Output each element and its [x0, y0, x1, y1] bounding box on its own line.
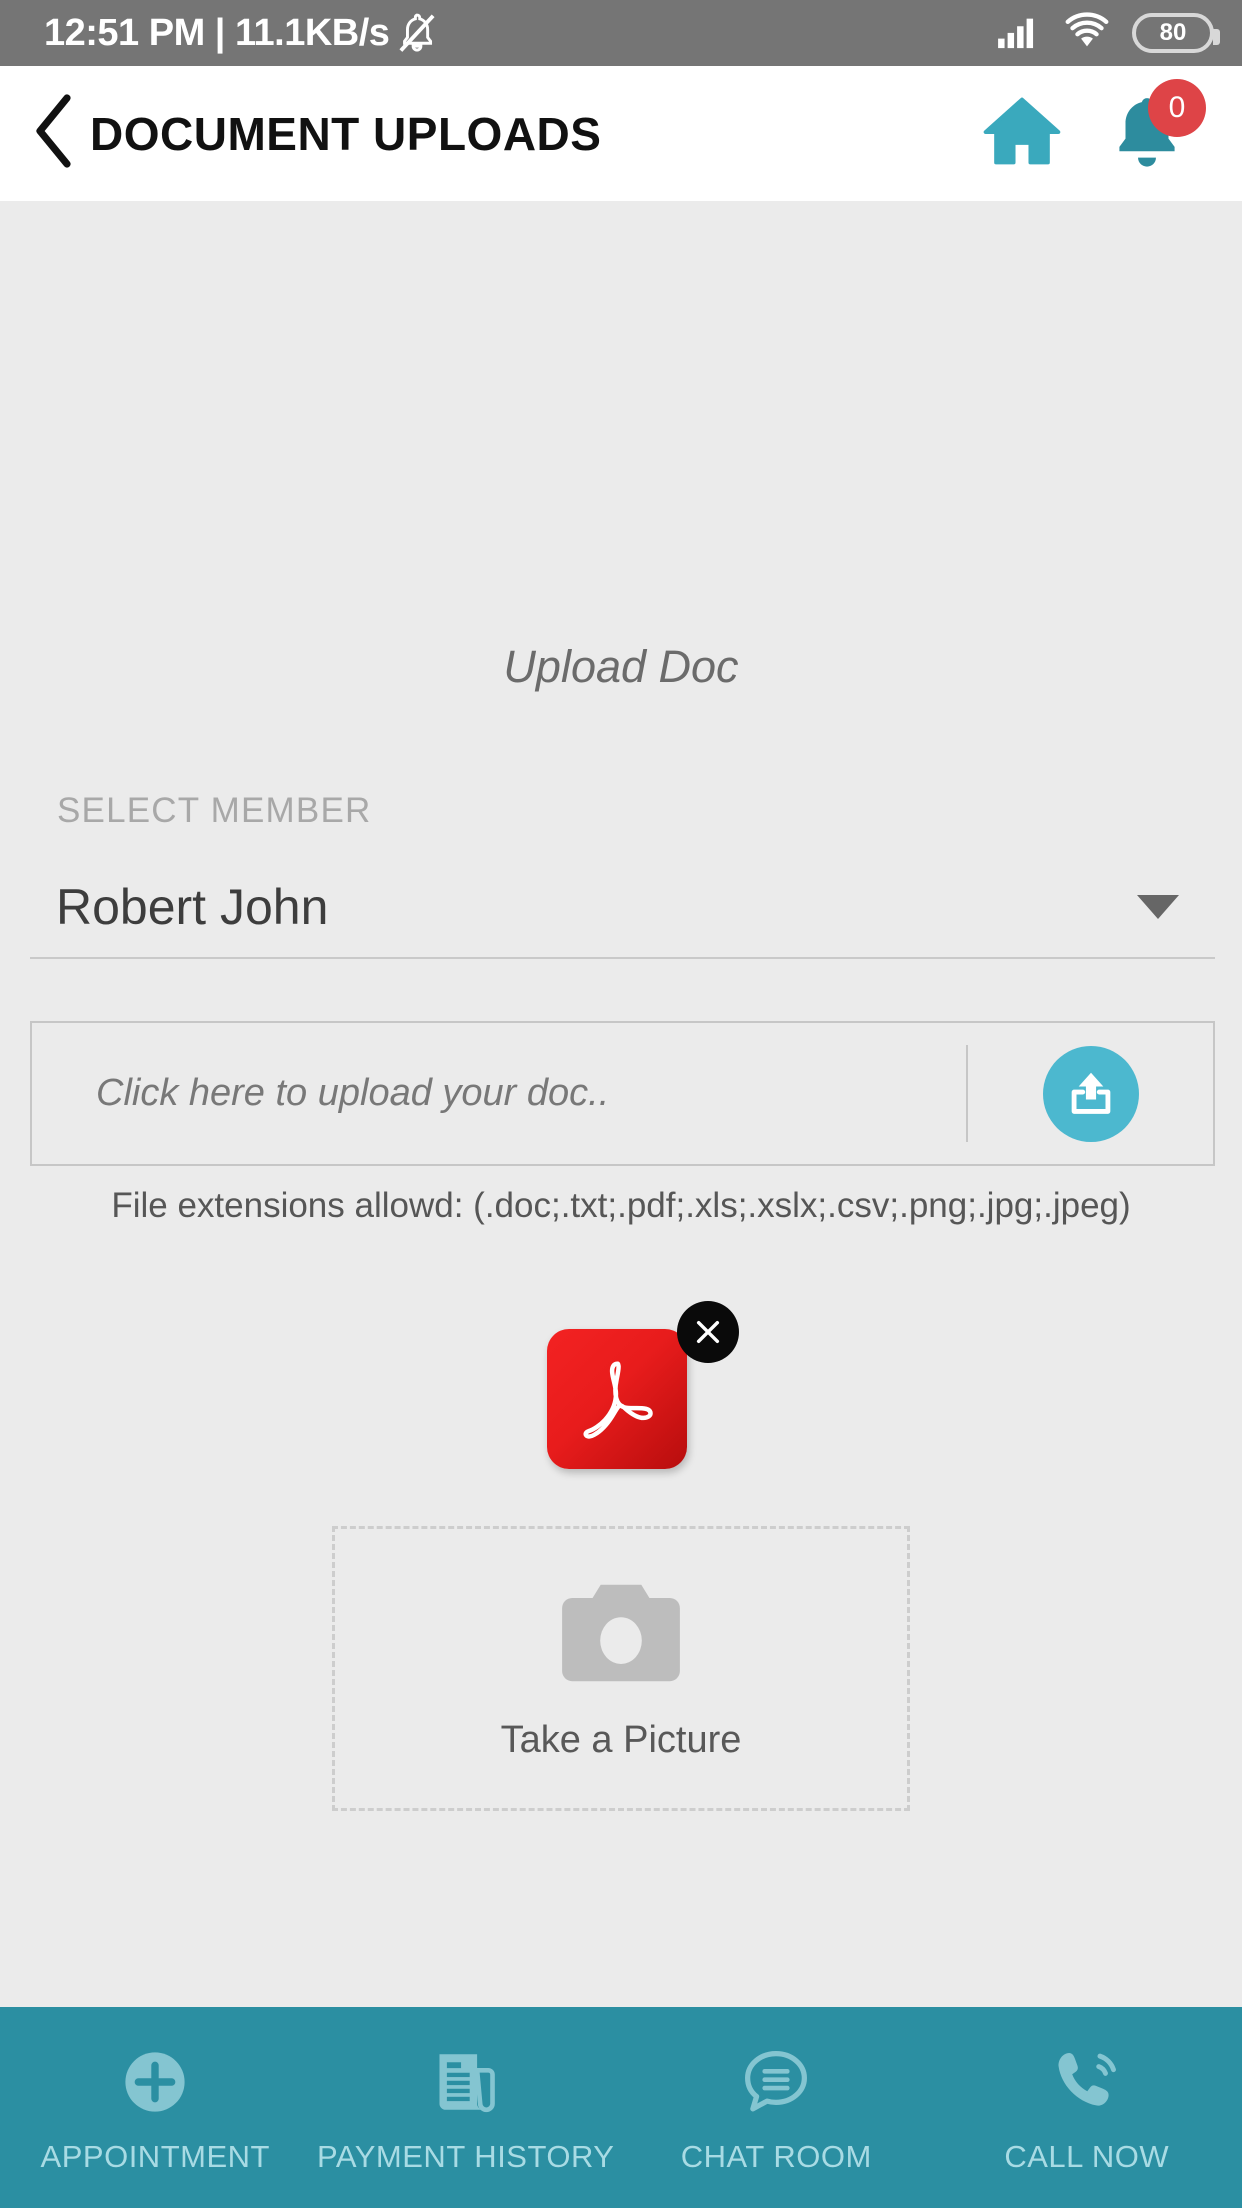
section-title: Upload Doc: [503, 641, 739, 692]
chevron-down-icon: [1137, 895, 1179, 919]
upload-placeholder-text: Click here to upload your doc..: [96, 1072, 610, 1114]
pdf-file-icon: [547, 1329, 687, 1469]
status-bar: 12:51 PM | 11.1KB/s 80: [0, 0, 1242, 66]
bell-muted-icon: [395, 11, 439, 55]
nav-item-chat-room[interactable]: CHAT ROOM: [621, 2007, 932, 2175]
battery-indicator: 80: [1132, 13, 1220, 53]
wifi-icon: [1064, 11, 1110, 56]
status-bar-left: 12:51 PM | 11.1KB/s: [44, 11, 996, 55]
notification-badge: 0: [1148, 78, 1206, 137]
upload-button[interactable]: [968, 1023, 1213, 1164]
battery-level: 80: [1159, 19, 1187, 46]
app-screen: 12:51 PM | 11.1KB/s 80 DOCUMENT UPLOADS …: [0, 0, 1242, 2208]
take-picture-field[interactable]: Take a Picture: [332, 1526, 910, 1811]
phone-call-icon: [1050, 2043, 1124, 2121]
home-icon[interactable]: [980, 89, 1064, 178]
page-title: DOCUMENT UPLOADS: [90, 107, 602, 160]
select-member-label: SELECT MEMBER: [57, 791, 372, 830]
nav-item-appointment[interactable]: APPOINTMENT: [0, 2007, 311, 2175]
bell-icon: [1104, 97, 1190, 181]
document-upload-field[interactable]: Click here to upload your doc..: [30, 1021, 1215, 1166]
status-clock: 12:51 PM | 11.1KB/s: [44, 11, 390, 54]
camera-icon: [555, 1576, 687, 1699]
attachment-item[interactable]: [547, 1301, 739, 1469]
nav-label-payment-history: PAYMENT HISTORY: [317, 2139, 615, 2174]
nav-label-call-now: CALL NOW: [1004, 2139, 1170, 2174]
receipt-icon: [429, 2043, 503, 2121]
signal-bars-icon: [996, 12, 1042, 55]
nav-item-payment-history[interactable]: PAYMENT HISTORY: [311, 2007, 622, 2175]
status-bar-right: 80: [996, 11, 1220, 56]
chat-bubble-icon: [739, 2043, 813, 2121]
app-header: DOCUMENT UPLOADS 0: [0, 66, 1242, 201]
selected-member-value: Robert John: [56, 879, 329, 935]
attachment-list: [0, 1301, 1242, 1469]
plus-circle-icon: [118, 2043, 192, 2121]
take-picture-label: Take a Picture: [500, 1718, 742, 1761]
header-actions: 0: [980, 78, 1242, 178]
main-content: Upload Doc SELECT MEMBER Robert John Cli…: [0, 201, 1242, 2007]
bottom-navigation: APPOINTMENT PAYMENT HISTORY CHAT ROOM CA…: [0, 2007, 1242, 2208]
close-icon[interactable]: [677, 1301, 739, 1363]
notifications-button[interactable]: 0: [1104, 78, 1206, 177]
chevron-left-icon: [28, 89, 82, 178]
upload-icon: [1042, 1045, 1139, 1142]
nav-item-call-now[interactable]: CALL NOW: [932, 2007, 1242, 2175]
nav-label-appointment: APPOINTMENT: [40, 2139, 270, 2174]
file-extensions-hint: File extensions allowd: (.doc;.txt;.pdf;…: [111, 1186, 1131, 1225]
nav-label-chat-room: CHAT ROOM: [680, 2139, 872, 2174]
select-member-dropdown[interactable]: Robert John: [30, 857, 1215, 959]
